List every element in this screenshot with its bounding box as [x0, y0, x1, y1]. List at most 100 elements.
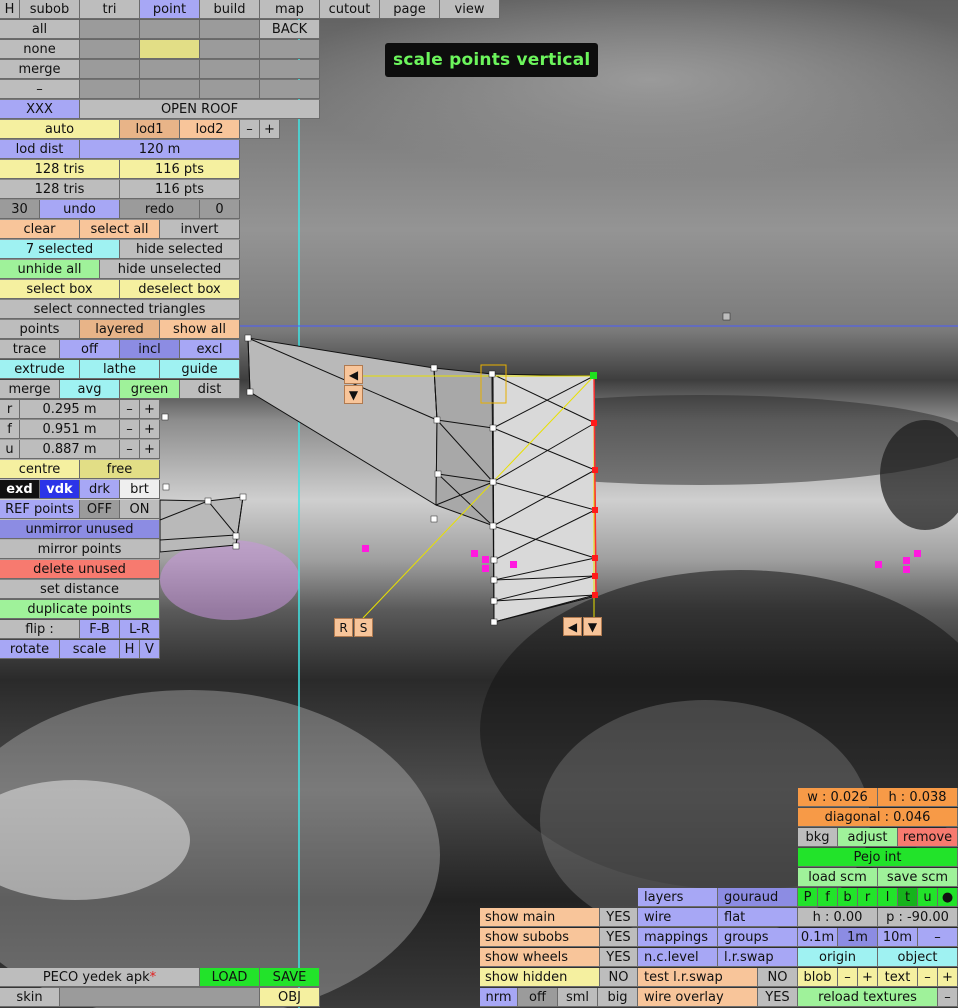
groups-button[interactable]: groups [718, 928, 798, 947]
show-subobs-toggle[interactable]: YES [600, 928, 638, 947]
view-f-button[interactable]: f [818, 888, 838, 907]
f-plus[interactable]: + [140, 420, 160, 439]
blank-3[interactable] [200, 20, 260, 39]
undo-button[interactable]: undo [40, 200, 120, 219]
unhide-all-button[interactable]: unhide all [0, 260, 100, 279]
ref-on-button[interactable]: ON [120, 500, 160, 519]
menu-cutout[interactable]: cutout [320, 0, 380, 19]
step-1m-button[interactable]: 1m [838, 928, 878, 947]
lod2-button[interactable]: lod2 [180, 120, 240, 139]
u-minus[interactable]: – [120, 440, 140, 459]
step-dash-button[interactable]: – [918, 928, 958, 947]
blank-9[interactable] [200, 60, 260, 79]
lod-auto-button[interactable]: auto [0, 120, 120, 139]
move-left-handle-2[interactable]: ◀ [563, 617, 582, 636]
open-roof-button[interactable]: OPEN ROOF [80, 100, 320, 119]
trace-excl-button[interactable]: excl [180, 340, 240, 359]
flat-button[interactable]: flat [718, 908, 798, 927]
dist-button[interactable]: dist [180, 380, 240, 399]
view-l-button[interactable]: l [878, 888, 898, 907]
load-scm-button[interactable]: load scm [798, 868, 878, 887]
layers-button[interactable]: layers [638, 888, 718, 907]
menu-subob[interactable]: subob [20, 0, 80, 19]
xxx-button[interactable]: XXX [0, 100, 80, 119]
delete-unused-button[interactable]: delete unused [0, 560, 160, 579]
save-scm-button[interactable]: save scm [878, 868, 958, 887]
blank-5[interactable] [200, 40, 260, 59]
lr-swap-button[interactable]: l.r.swap [718, 948, 798, 967]
exd-button[interactable]: exd [0, 480, 40, 499]
mappings-button[interactable]: mappings [638, 928, 718, 947]
skin-field[interactable] [60, 988, 260, 1007]
obj-button[interactable]: OBJ [260, 988, 320, 1007]
menu-view[interactable]: view [440, 0, 500, 19]
reload-textures-button[interactable]: reload textures [798, 988, 938, 1007]
merge-points-button[interactable]: merge [0, 380, 60, 399]
object-button[interactable]: object [878, 948, 958, 967]
ref-off-button[interactable]: OFF [80, 500, 120, 519]
off-button[interactable]: off [518, 988, 558, 1007]
load-button[interactable]: LOAD [200, 968, 260, 987]
dash-button[interactable]: – [0, 80, 80, 99]
blank-4[interactable] [80, 40, 140, 59]
mirror-points-button[interactable]: mirror points [0, 540, 160, 559]
blank-14[interactable] [260, 80, 320, 99]
view-u-button[interactable]: u [918, 888, 938, 907]
all-button[interactable]: all [0, 20, 80, 39]
points-mode[interactable]: points [0, 320, 80, 339]
nc-level-button[interactable]: n.c.level [638, 948, 718, 967]
skin-button[interactable]: skin [0, 988, 60, 1007]
big-button[interactable]: big [598, 988, 638, 1007]
move-down-handle-2[interactable]: ▼ [583, 617, 602, 636]
avg-button[interactable]: avg [60, 380, 120, 399]
centre-button[interactable]: centre [0, 460, 80, 479]
u-plus[interactable]: + [140, 440, 160, 459]
rotate-button[interactable]: rotate [0, 640, 60, 659]
view-b-button[interactable]: b [838, 888, 858, 907]
f-value[interactable]: 0.951 m [20, 420, 120, 439]
trace-off-button[interactable]: off [60, 340, 120, 359]
lod1-button[interactable]: lod1 [120, 120, 180, 139]
test-lr-swap-toggle[interactable]: NO [758, 968, 798, 987]
blank-12[interactable] [140, 80, 200, 99]
r-plus[interactable]: + [140, 400, 160, 419]
back-button[interactable]: BACK [260, 20, 320, 39]
f-minus[interactable]: – [120, 420, 140, 439]
view-t-button[interactable]: t [898, 888, 918, 907]
adjust-button[interactable]: adjust [838, 828, 898, 847]
wire-button[interactable]: wire [638, 908, 718, 927]
blank-10[interactable] [260, 60, 320, 79]
green-button[interactable]: green [120, 380, 180, 399]
r-minus[interactable]: – [120, 400, 140, 419]
sml-button[interactable]: sml [558, 988, 598, 1007]
text-button[interactable]: text [878, 968, 918, 987]
extrude-button[interactable]: extrude [0, 360, 80, 379]
move-down-handle[interactable]: ▼ [344, 385, 363, 404]
blob-button[interactable]: blob [798, 968, 838, 987]
free-button[interactable]: free [80, 460, 160, 479]
drk-button[interactable]: drk [80, 480, 120, 499]
scale-h-button[interactable]: H [120, 640, 140, 659]
move-left-handle[interactable]: ◀ [344, 365, 363, 384]
view-dot-button[interactable]: ● [938, 888, 958, 907]
blank-11[interactable] [80, 80, 140, 99]
flip-lr-button[interactable]: L-R [120, 620, 160, 639]
none-button[interactable]: none [0, 40, 80, 59]
blob-minus-button[interactable]: – [838, 968, 858, 987]
scale-v-button[interactable]: V [140, 640, 160, 659]
gouraud-button[interactable]: gouraud [718, 888, 798, 907]
show-all-mode[interactable]: show all [160, 320, 240, 339]
menu-h[interactable]: H [0, 0, 20, 19]
scale-button[interactable]: scale [60, 640, 120, 659]
hide-selected-button[interactable]: hide selected [120, 240, 240, 259]
blank-6[interactable] [260, 40, 320, 59]
bkg-button[interactable]: bkg [798, 828, 838, 847]
u-value[interactable]: 0.887 m [20, 440, 120, 459]
r-value[interactable]: 0.295 m [20, 400, 120, 419]
blank-13[interactable] [200, 80, 260, 99]
lod-dist-value[interactable]: 120 m [80, 140, 240, 159]
step-01m-button[interactable]: 0.1m [798, 928, 838, 947]
merge-button[interactable]: merge [0, 60, 80, 79]
menu-page[interactable]: page [380, 0, 440, 19]
show-wheels-toggle[interactable]: YES [600, 948, 638, 967]
